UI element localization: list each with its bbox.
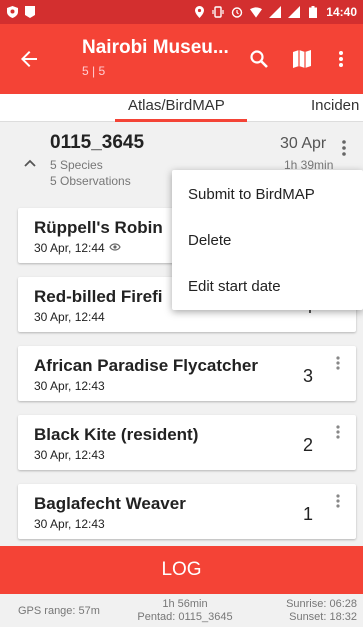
wifi-icon — [250, 6, 263, 18]
footer-bar: GPS range: 57m 1h 56min Pentad: 0115_364… — [0, 594, 363, 627]
record-more-icon[interactable] — [331, 353, 345, 373]
record-time: 30 Apr, 12:43 — [34, 517, 105, 531]
record-count: 2 — [303, 435, 314, 455]
vibrate-icon — [212, 6, 224, 18]
record-time-text: 30 Apr, 12:43 — [34, 448, 105, 462]
footer-duration: 1h 56min — [162, 598, 208, 610]
record-count: 1 — [303, 504, 314, 524]
species-name: Baglafecht Weaver — [34, 494, 186, 513]
status-time: 14:40 — [326, 5, 357, 19]
location-icon — [193, 6, 205, 18]
battery-icon — [307, 6, 319, 18]
record-time: 30 Apr, 12:44 — [34, 241, 121, 255]
record-more-icon[interactable] — [331, 491, 345, 511]
back-arrow-icon[interactable] — [16, 46, 42, 72]
toolbar: Nairobi Museu... 5 | 5 — [0, 24, 363, 94]
tab-incidental[interactable]: Inciden — [311, 97, 359, 114]
species-count: 5 Species — [50, 158, 103, 172]
menu-item-submit[interactable]: Submit to BirdMAP — [188, 186, 315, 203]
record-time: 30 Apr, 12:44 — [34, 310, 105, 324]
record-card[interactable]: Baglafecht Weaver 30 Apr, 12:43 1 — [18, 484, 356, 539]
species-name: Black Kite (resident) — [34, 425, 199, 444]
record-card[interactable]: Black Kite (resident) 30 Apr, 12:43 2 — [18, 415, 356, 470]
notification-icon — [24, 6, 36, 18]
footer-sun-times: Sunrise: 06:28 Sunset: 18:32 — [286, 598, 357, 624]
tab-atlas-birdmap[interactable]: Atlas/BirdMAP — [128, 97, 225, 114]
shield-icon — [6, 6, 18, 18]
record-card[interactable]: African Paradise Flycatcher 30 Apr, 12:4… — [18, 346, 356, 401]
map-icon[interactable] — [289, 46, 315, 72]
record-time-text: 30 Apr, 12:44 — [34, 241, 105, 255]
summary-more-icon[interactable] — [336, 136, 352, 160]
search-icon[interactable] — [246, 46, 272, 72]
menu-item-delete[interactable]: Delete — [188, 232, 231, 249]
observation-count: 5 Observations — [50, 174, 131, 188]
footer-center: 1h 56min Pentad: 0115_3645 — [120, 598, 250, 624]
chevron-up-icon[interactable] — [22, 156, 38, 170]
species-name: African Paradise Flycatcher — [34, 356, 258, 375]
menu-item-edit-start-date[interactable]: Edit start date — [188, 278, 281, 295]
overflow-menu-icon[interactable] — [330, 46, 352, 72]
record-time-text: 30 Apr, 12:43 — [34, 517, 105, 531]
alarm-icon — [231, 6, 243, 18]
notes-icon — [109, 241, 121, 255]
record-count: 3 — [303, 366, 314, 386]
popup-menu: Submit to BirdMAP Delete Edit start date — [172, 170, 363, 310]
signal-icon-2 — [288, 6, 301, 18]
footer-pentad: Pentad: 0115_3645 — [137, 611, 233, 623]
status-bar: 14:40 — [0, 0, 363, 24]
record-more-icon[interactable] — [331, 422, 345, 442]
toolbar-subtitle: 5 | 5 — [82, 64, 106, 78]
sunset-time: Sunset: 18:32 — [289, 611, 357, 623]
species-name: Rüppell's Robin — [34, 218, 163, 237]
sunrise-time: Sunrise: 06:28 — [286, 598, 357, 610]
toolbar-title: Nairobi Museu... — [82, 37, 229, 58]
record-time: 30 Apr, 12:43 — [34, 379, 105, 393]
record-time-text: 30 Apr, 12:44 — [34, 310, 105, 324]
record-time-text: 30 Apr, 12:43 — [34, 379, 105, 393]
pentad-code: 0115_3645 — [50, 132, 145, 153]
species-name: Red-billed Firefi — [34, 287, 163, 306]
gps-range: GPS range: 57m — [18, 605, 100, 617]
log-button[interactable]: LOG — [0, 546, 363, 594]
tab-bar: Atlas/BirdMAP Inciden — [0, 94, 363, 122]
signal-icon — [269, 6, 282, 18]
summary-date: 30 Apr — [280, 135, 327, 152]
record-time: 30 Apr, 12:43 — [34, 448, 105, 462]
